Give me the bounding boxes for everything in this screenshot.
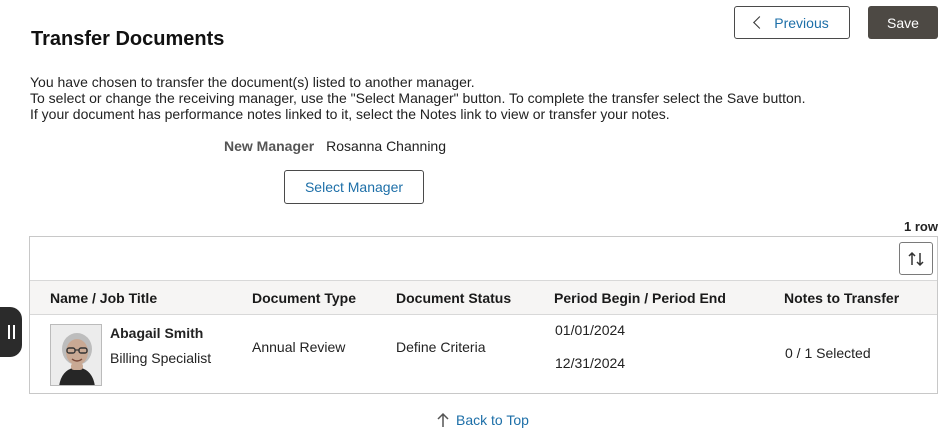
back-to-top-link[interactable]: Back to Top (436, 412, 529, 428)
document-status: Define Criteria (396, 339, 486, 355)
previous-button-label: Previous (774, 14, 829, 31)
employee-photo (50, 324, 102, 386)
column-header-name[interactable]: Name / Job Title (50, 290, 157, 306)
new-manager-value: Rosanna Channing (326, 138, 447, 154)
chevron-left-icon (753, 16, 767, 29)
arrow-up-icon (437, 412, 449, 427)
new-manager-row: New Manager Rosanna Channing (224, 138, 446, 154)
instruction-line: You have chosen to transfer the document… (30, 74, 475, 90)
column-header-period[interactable]: Period Begin / Period End (554, 290, 726, 306)
column-header-document-status[interactable]: Document Status (396, 290, 511, 306)
employee-job-title: Billing Specialist (110, 350, 212, 366)
page-title: Transfer Documents (31, 28, 225, 50)
column-header-notes[interactable]: Notes to Transfer (784, 290, 899, 306)
documents-grid: Name / Job Title Document Type Document … (29, 236, 938, 394)
side-panel-handle[interactable] (0, 307, 22, 357)
previous-button[interactable]: Previous (734, 6, 850, 39)
row-count: 1 row (904, 219, 938, 234)
notes-link[interactable]: 0 / 1 Selected (785, 345, 871, 361)
panel-handle-icon (7, 325, 10, 339)
sort-arrows-icon (908, 251, 924, 266)
save-button[interactable]: Save (868, 6, 938, 39)
instruction-line: To select or change the receiving manage… (30, 90, 806, 106)
document-type: Annual Review (252, 339, 346, 355)
new-manager-label: New Manager (224, 138, 315, 154)
select-manager-button[interactable]: Select Manager (284, 170, 424, 204)
period-end: 12/31/2024 (555, 355, 626, 371)
grid-toolbar (30, 237, 937, 281)
employee-name: Abagail Smith (110, 325, 204, 341)
period-begin: 01/01/2024 (555, 322, 626, 338)
sort-button[interactable] (899, 242, 933, 275)
column-header-document-type[interactable]: Document Type (252, 290, 356, 306)
avatar (51, 325, 101, 385)
table-row: Abagail Smith Billing Specialist Annual … (30, 315, 937, 393)
instruction-line: If your document has performance notes l… (30, 106, 670, 122)
grid-header: Name / Job Title Document Type Document … (30, 281, 937, 315)
back-to-top-label: Back to Top (456, 412, 529, 428)
panel-handle-icon (12, 325, 15, 339)
instructions: You have chosen to transfer the document… (30, 74, 805, 122)
